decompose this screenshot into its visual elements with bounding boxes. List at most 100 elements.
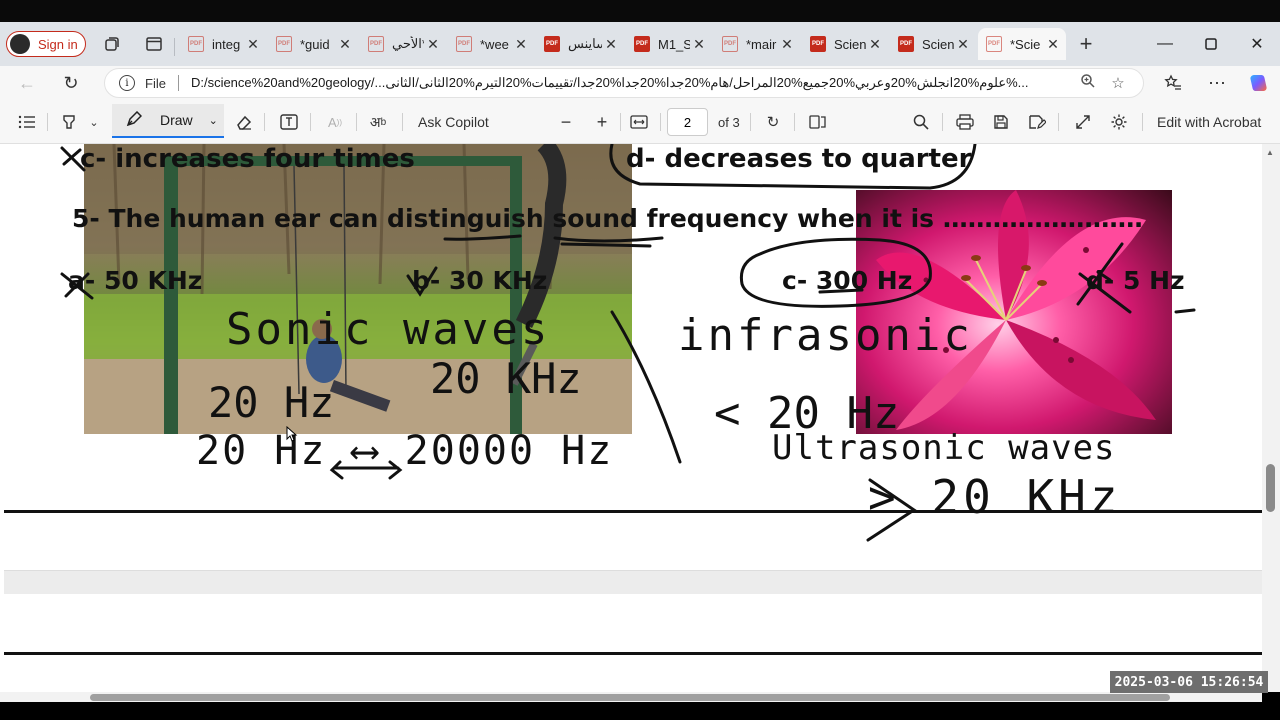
mouse-cursor-icon bbox=[286, 426, 298, 442]
tab-close-icon[interactable]: ✕ bbox=[602, 36, 620, 53]
tab-close-icon[interactable]: ✕ bbox=[424, 36, 442, 53]
rotate-icon[interactable]: ↻ bbox=[762, 110, 784, 134]
toolbar-separator bbox=[310, 113, 311, 131]
text-box-icon[interactable] bbox=[278, 110, 300, 134]
draw-label: Draw bbox=[160, 112, 193, 128]
vertical-scroll-thumb[interactable] bbox=[1266, 464, 1275, 512]
toolbar-separator bbox=[794, 113, 795, 131]
tab-actions-icon[interactable] bbox=[144, 34, 164, 54]
toolbar-separator bbox=[47, 113, 48, 131]
page-divider bbox=[4, 652, 1262, 655]
q5-option-b: b- 30 KHz bbox=[412, 266, 548, 295]
search-icon[interactable] bbox=[910, 110, 932, 134]
chevron-down-icon[interactable]: ⌄ bbox=[209, 114, 218, 127]
browser-tab[interactable]: PDF الأحي* ✕ bbox=[360, 28, 446, 60]
q5-option-a: a- 50 KHz bbox=[68, 266, 203, 295]
tab-close-icon[interactable]: ✕ bbox=[778, 36, 796, 53]
pdf-icon: PDF bbox=[544, 36, 560, 52]
zoom-in-button[interactable]: + bbox=[592, 110, 612, 134]
print-icon[interactable] bbox=[954, 110, 976, 134]
browser-tab-active[interactable]: PDF *Scie ✕ bbox=[978, 28, 1066, 60]
more-menu-icon[interactable]: ⋯ bbox=[1204, 71, 1230, 95]
settings-gear-icon[interactable] bbox=[1108, 110, 1130, 134]
refresh-icon[interactable]: ↻ bbox=[58, 71, 84, 95]
contents-icon[interactable] bbox=[16, 110, 38, 134]
tab-label: الأحي* bbox=[392, 36, 424, 51]
fit-width-icon[interactable] bbox=[628, 110, 650, 134]
tab-close-icon[interactable]: ✕ bbox=[954, 36, 972, 53]
tab-label: *guid bbox=[300, 36, 330, 52]
tab-close-icon[interactable]: ✕ bbox=[512, 36, 530, 53]
pdf-icon: PDF bbox=[456, 36, 472, 52]
page-number-input[interactable]: 2 bbox=[667, 108, 708, 136]
fullscreen-icon[interactable] bbox=[1072, 110, 1094, 134]
zoom-icon[interactable] bbox=[1073, 73, 1103, 93]
page-divider bbox=[4, 510, 1262, 513]
tab-label: Scien bbox=[834, 36, 866, 52]
vertical-scrollbar[interactable]: ▲ bbox=[1262, 144, 1280, 692]
maximize-icon[interactable] bbox=[1196, 32, 1226, 56]
minimize-icon[interactable]: — bbox=[1150, 32, 1180, 56]
pdf-icon: PDF bbox=[722, 36, 738, 52]
browser-tab[interactable]: PDF integ ✕ bbox=[180, 28, 266, 60]
new-tab-button[interactable]: + bbox=[1076, 31, 1096, 56]
pdf-icon: PDF bbox=[368, 36, 384, 52]
q5-option-d: d- 5 Hz bbox=[1086, 266, 1185, 295]
toolbar-separator bbox=[660, 113, 661, 131]
sign-in-label: Sign in bbox=[38, 36, 78, 52]
copilot-icon[interactable] bbox=[1246, 71, 1272, 95]
toolbar-separator bbox=[750, 113, 751, 131]
address-bar-row: ← ↻ i File D:/science%20and%20geology/..… bbox=[0, 66, 1280, 100]
handwriting-infrasonic: infrasonic bbox=[678, 310, 973, 361]
zoom-out-button[interactable]: − bbox=[556, 110, 576, 134]
browser-tab[interactable]: PDF Scien ✕ bbox=[890, 28, 976, 60]
horizontal-scroll-thumb[interactable] bbox=[90, 694, 1170, 701]
save-icon[interactable] bbox=[990, 110, 1012, 134]
tab-close-icon[interactable]: ✕ bbox=[336, 36, 354, 53]
highlight-icon[interactable] bbox=[58, 110, 80, 134]
scroll-up-icon[interactable]: ▲ bbox=[1266, 148, 1274, 157]
browser-tab[interactable]: PDF *mair ✕ bbox=[714, 28, 800, 60]
workspaces-icon[interactable] bbox=[102, 34, 122, 54]
option-c-text: c- increases four times bbox=[80, 144, 415, 174]
scheme-label: File bbox=[145, 75, 166, 91]
back-icon[interactable]: ← bbox=[14, 71, 40, 95]
edit-with-acrobat-button[interactable]: Edit with Acrobat bbox=[1157, 110, 1261, 134]
top-black-bar bbox=[0, 0, 1280, 22]
handwriting-sonic-waves: Sonic waves bbox=[226, 304, 551, 355]
browser-tab[interactable]: PDF M1_S ✕ bbox=[626, 28, 712, 60]
pdf-icon: PDF bbox=[898, 36, 914, 52]
horizontal-scrollbar[interactable] bbox=[0, 692, 1262, 702]
browser-tab[interactable]: PDF Scien ✕ bbox=[802, 28, 888, 60]
save-as-icon[interactable] bbox=[1026, 110, 1048, 134]
pdf-page-view[interactable]: c- increases four times d- decreases to … bbox=[0, 144, 1262, 692]
url-text[interactable]: D:/science%20and%20geology/...علوم%20انج… bbox=[191, 75, 1073, 91]
pdf-icon: PDF bbox=[810, 36, 826, 52]
browser-tab[interactable]: PDF *wee ✕ bbox=[448, 28, 534, 60]
q5-option-c: c- 300 Hz bbox=[782, 266, 913, 295]
toolbar-separator bbox=[1058, 113, 1059, 131]
address-bar[interactable]: i File D:/science%20and%20geology/...علو… bbox=[104, 68, 1144, 98]
page-view-icon[interactable] bbox=[806, 110, 830, 134]
tab-close-icon[interactable]: ✕ bbox=[244, 36, 262, 53]
favorites-icon[interactable] bbox=[1160, 71, 1186, 95]
browser-tab[interactable]: PDF *guid ✕ bbox=[268, 28, 358, 60]
info-icon[interactable]: i bbox=[119, 75, 135, 91]
favorite-star-icon[interactable]: ☆ bbox=[1103, 74, 1133, 92]
toolbar-separator bbox=[402, 113, 403, 131]
tab-close-icon[interactable]: ✕ bbox=[1044, 36, 1062, 53]
eraser-icon[interactable] bbox=[234, 110, 254, 134]
translate-icon[interactable]: अb bbox=[366, 110, 390, 134]
ask-copilot-button[interactable]: Ask Copilot bbox=[418, 110, 489, 134]
divider bbox=[177, 75, 179, 91]
read-aloud-icon: A)) bbox=[328, 114, 342, 130]
close-window-icon[interactable]: ✕ bbox=[1242, 32, 1272, 56]
chevron-down-icon[interactable]: ⌄ bbox=[86, 110, 102, 134]
tab-label: integ bbox=[212, 36, 241, 52]
page-gap bbox=[4, 570, 1262, 594]
sign-in-button[interactable]: Sign in bbox=[6, 31, 86, 57]
draw-button[interactable]: Draw ⌄ bbox=[112, 104, 224, 138]
tab-close-icon[interactable]: ✕ bbox=[866, 36, 884, 53]
tab-close-icon[interactable]: ✕ bbox=[690, 36, 708, 53]
browser-tab[interactable]: PDF ساينس ✕ bbox=[536, 28, 624, 60]
